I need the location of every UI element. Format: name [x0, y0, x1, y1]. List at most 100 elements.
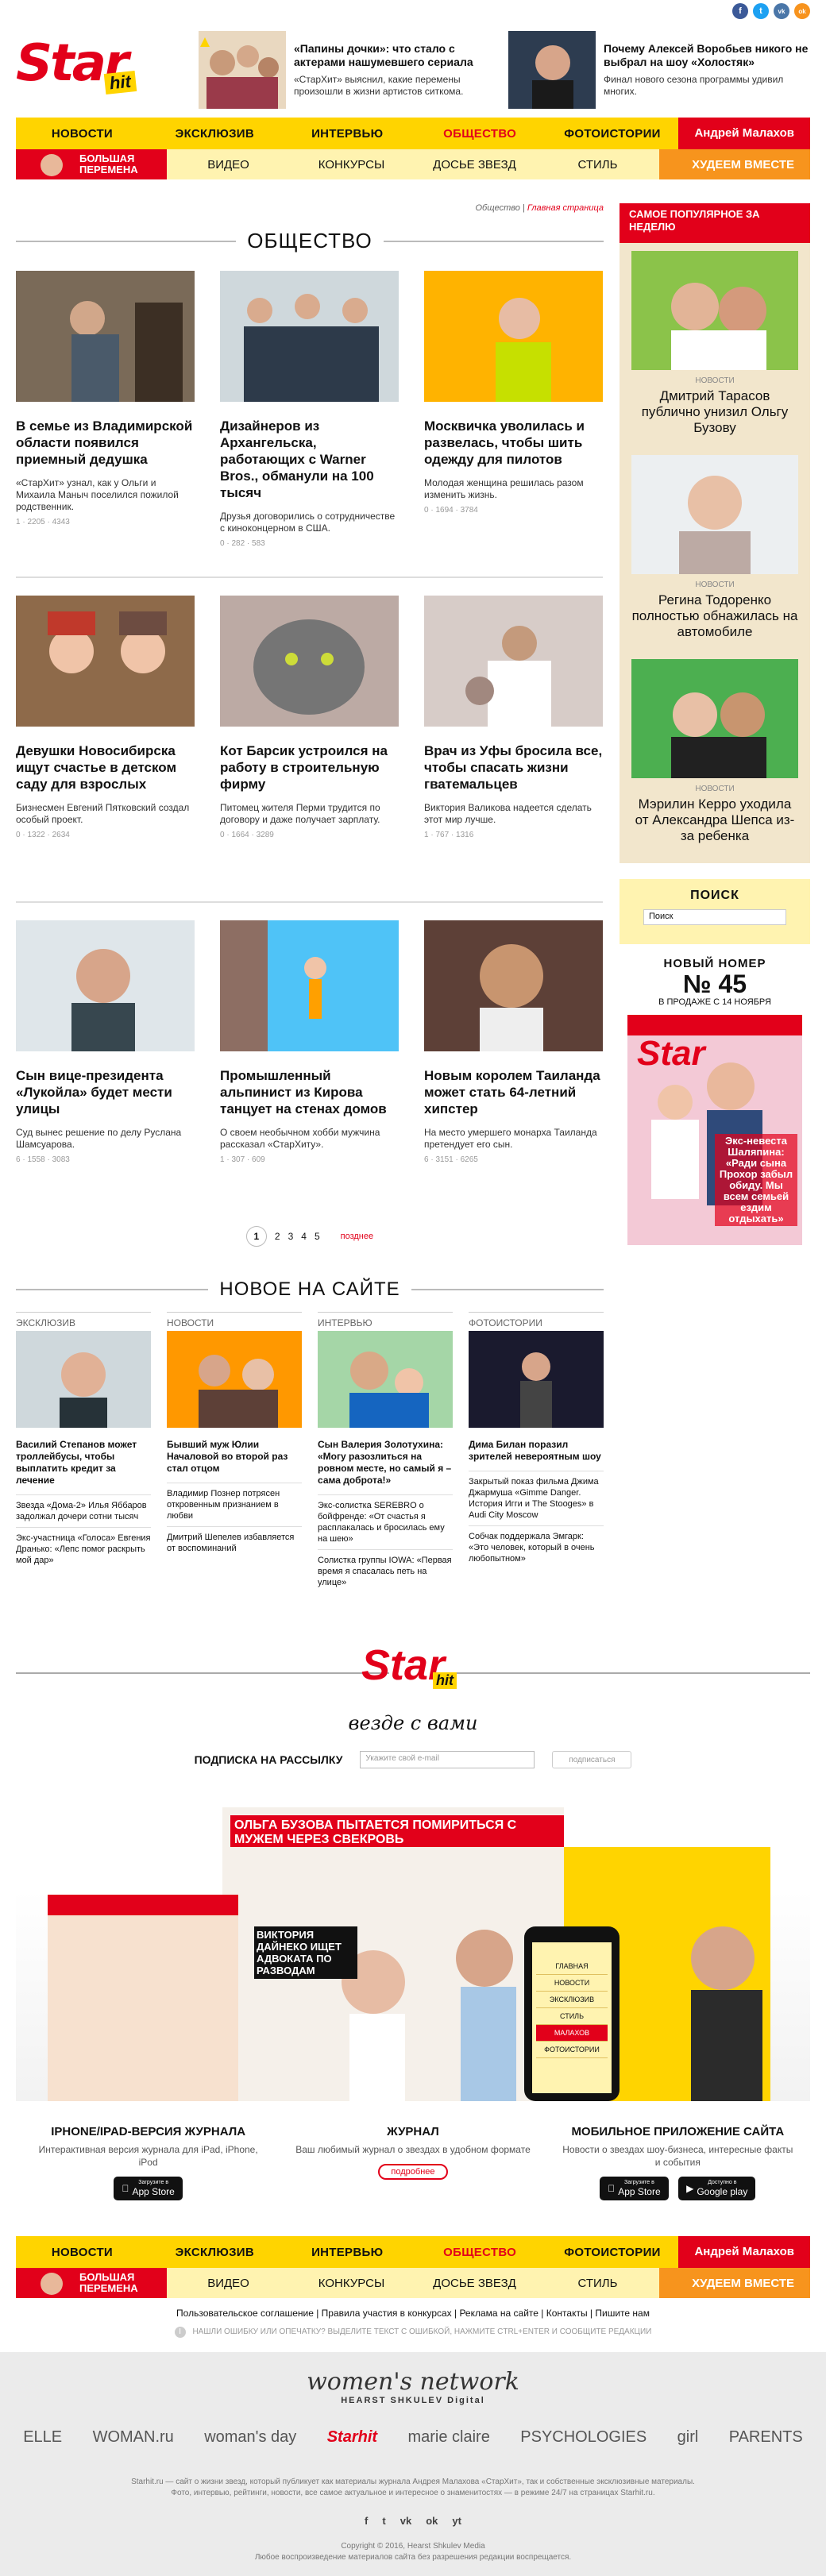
search-input[interactable]: Поиск	[643, 909, 786, 925]
nav-style[interactable]: Стиль	[536, 158, 659, 172]
nav-contests[interactable]: Конкурсы	[290, 158, 413, 172]
header-promo-1[interactable]: «Папины дочки»: что стало с актерами наш…	[199, 31, 500, 109]
footer-nav-malakhov[interactable]: Андрей Малахов	[678, 2236, 811, 2268]
footer-nav-society[interactable]: Общество	[414, 2246, 546, 2259]
new-on-site-category[interactable]: Фотоистории	[469, 1312, 604, 1331]
odnoklassniki-icon[interactable]: ok	[794, 3, 810, 19]
page-next[interactable]: позднее	[341, 1232, 373, 1241]
vk-icon[interactable]: vk	[774, 3, 789, 19]
article-card[interactable]: Сын вице-президента «Лукойла» будет мест…	[16, 920, 195, 1226]
popular-image[interactable]	[631, 455, 798, 574]
new-on-site-link[interactable]: Звезда «Дома-2» Илья Яббаров задолжал до…	[16, 1494, 151, 1527]
new-on-site-image[interactable]	[167, 1331, 302, 1428]
promo-2-title[interactable]: Почему Алексей Воробьев никого не выбрал…	[604, 42, 810, 69]
breadcrumb-home[interactable]: Главная страница	[527, 203, 604, 213]
footer-nav-dossier[interactable]: Досье звезд	[413, 2277, 536, 2290]
article-title[interactable]: Кот Барсик устроился на работу в строите…	[220, 742, 399, 792]
nav-malakhov[interactable]: Андрей Малахов	[678, 118, 811, 149]
footer-nav-video[interactable]: Видео	[167, 2277, 290, 2290]
article-image[interactable]	[220, 596, 399, 727]
new-on-site-link[interactable]: Солистка группы IOWA: «Первая время я сп…	[318, 1549, 453, 1593]
new-on-site-image[interactable]	[318, 1331, 453, 1428]
article-title[interactable]: Сын вице-президента «Лукойла» будет мест…	[16, 1067, 195, 1117]
googleplay-button[interactable]: ▶ Доступно в Google play	[678, 2177, 756, 2200]
nav-society[interactable]: Общество	[414, 127, 546, 141]
new-on-site-link[interactable]: Владимир Познер потрясен откровенным при…	[167, 1483, 302, 1526]
appstore-button[interactable]:  Загрузите вApp Store	[114, 2177, 183, 2200]
nav-interview[interactable]: Интервью	[281, 127, 414, 141]
article-card[interactable]: Новым королем Таиланда может стать 64-ле…	[424, 920, 603, 1226]
new-on-site-link[interactable]: Закрытый показ фильма Джима Джармуша «Gi…	[469, 1471, 604, 1525]
page-3[interactable]: 3	[288, 1231, 294, 1242]
nav-video[interactable]: Видео	[167, 158, 290, 172]
new-on-site-link[interactable]: Экс-солистка SEREBRO о бойфренде: «От сч…	[318, 1494, 453, 1549]
page-2[interactable]: 2	[275, 1231, 280, 1242]
page-1[interactable]: 1	[245, 1226, 267, 1247]
issue-cover[interactable]: Star Экс-невеста Шаляпина: «Ради сына Пр…	[627, 1015, 802, 1245]
popular-title-text[interactable]: Дмитрий Тарасов публично унизил Ольгу Бу…	[631, 388, 798, 436]
brand-logo[interactable]: woman's day	[204, 2428, 296, 2447]
facebook-icon[interactable]: f	[732, 3, 748, 19]
article-title[interactable]: Врач из Уфы бросила все, чтобы спасать ж…	[424, 742, 603, 792]
new-on-site-link[interactable]: Экс-участница «Голоса» Евгения Дранько: …	[16, 1527, 151, 1571]
footer-nav-photostories[interactable]: Фотоистории	[546, 2246, 679, 2259]
page-5[interactable]: 5	[315, 1231, 320, 1242]
popular-title-text[interactable]: Регина Тодоренко полностью обнажилась на…	[631, 592, 798, 640]
footer-big-change-promo[interactable]: Большая перемена	[16, 2268, 167, 2298]
article-title[interactable]: Дизайнеров из Архангельска, работающих с…	[220, 418, 399, 501]
twitter-icon[interactable]: t	[753, 3, 769, 19]
breadcrumb-current[interactable]: Общество	[475, 203, 519, 213]
article-title[interactable]: Девушки Новосибирска ищут счастье в детс…	[16, 742, 195, 792]
brand-logo[interactable]: ELLE	[23, 2428, 62, 2447]
article-image[interactable]	[16, 920, 195, 1051]
nav-news[interactable]: Новости	[16, 127, 149, 141]
footer-nav-exclusive[interactable]: Эксклюзив	[149, 2246, 281, 2259]
new-on-site-link[interactable]: Дмитрий Шепелев избавляется от воспомина…	[167, 1526, 302, 1559]
popular-item[interactable]: Новости Регина Тодоренко полностью обнажи…	[620, 447, 810, 651]
article-image[interactable]	[424, 271, 603, 402]
appstore-button-2[interactable]:  Загрузите вApp Store	[600, 2177, 669, 2200]
article-title[interactable]: В семье из Владимирской области появился…	[16, 418, 195, 468]
new-on-site-category[interactable]: Новости	[167, 1312, 302, 1331]
popular-item[interactable]: Новости Дмитрий Тарасов публично унизил О…	[620, 243, 810, 447]
footer-nav-style[interactable]: Стиль	[536, 2277, 659, 2290]
article-image[interactable]	[16, 271, 195, 402]
new-on-site-image[interactable]	[16, 1331, 151, 1428]
article-card[interactable]: В семье из Владимирской области появился…	[16, 271, 195, 577]
promo-1-image[interactable]	[199, 31, 286, 109]
footer-nav-news[interactable]: Новости	[16, 2246, 149, 2259]
article-image[interactable]	[220, 920, 399, 1051]
new-on-site-title[interactable]: Сын Валерия Золотухина: «Могу разозлитьс…	[318, 1439, 453, 1487]
article-card[interactable]: Дизайнеров из Архангельска, работающих с…	[220, 271, 399, 577]
header-promo-2[interactable]: Почему Алексей Воробьев никого не выбрал…	[508, 31, 810, 109]
new-on-site-image[interactable]	[469, 1331, 604, 1428]
new-on-site-title[interactable]: Бывший муж Юлии Началовой во второй раз …	[167, 1439, 302, 1475]
page-4[interactable]: 4	[301, 1231, 307, 1242]
subscribe-button[interactable]: подписаться	[552, 1751, 632, 1768]
nav-photostories[interactable]: Фотоистории	[546, 127, 679, 141]
odnoklassniki-icon[interactable]: ok	[426, 2515, 438, 2527]
article-title[interactable]: Москвичка уволилась и развелась, чтобы ш…	[424, 418, 603, 468]
popular-image[interactable]	[631, 251, 798, 370]
brand-logo[interactable]: girl	[677, 2428, 699, 2447]
footer-links[interactable]: Пользовательское соглашение | Правила уч…	[0, 2308, 826, 2319]
footer-logo[interactable]: Star hit	[361, 1641, 473, 1712]
article-title[interactable]: Новым королем Таиланда может стать 64-ле…	[424, 1067, 603, 1117]
article-card[interactable]: Кот Барсик устроился на работу в строите…	[220, 596, 399, 901]
article-image[interactable]	[220, 271, 399, 402]
article-card[interactable]: Врач из Уфы бросила все, чтобы спасать ж…	[424, 596, 603, 901]
footer-nav-contests[interactable]: Конкурсы	[290, 2277, 413, 2290]
nav-lose-weight-promo[interactable]: Худеем вместе	[659, 149, 810, 179]
popular-image[interactable]	[631, 659, 798, 778]
popular-title-text[interactable]: Мэрилин Керро уходила от Александра Шепс…	[631, 796, 798, 844]
email-field[interactable]: Укажите свой e-mail	[360, 1751, 535, 1768]
nav-dossier[interactable]: Досье звезд	[413, 158, 536, 172]
starhit-logo[interactable]: Star hit	[16, 34, 167, 106]
twitter-icon[interactable]: t	[382, 2515, 385, 2527]
youtube-icon[interactable]: yt	[452, 2515, 461, 2527]
footer-lose-weight-promo[interactable]: Худеем вместе	[659, 2268, 810, 2298]
brand-logo[interactable]: WOMAN.ru	[93, 2428, 174, 2447]
article-card[interactable]: Москвичка уволилась и развелась, чтобы ш…	[424, 271, 603, 577]
footer-nav-interview[interactable]: Интервью	[281, 2246, 414, 2259]
facebook-icon[interactable]: f	[365, 2515, 368, 2527]
